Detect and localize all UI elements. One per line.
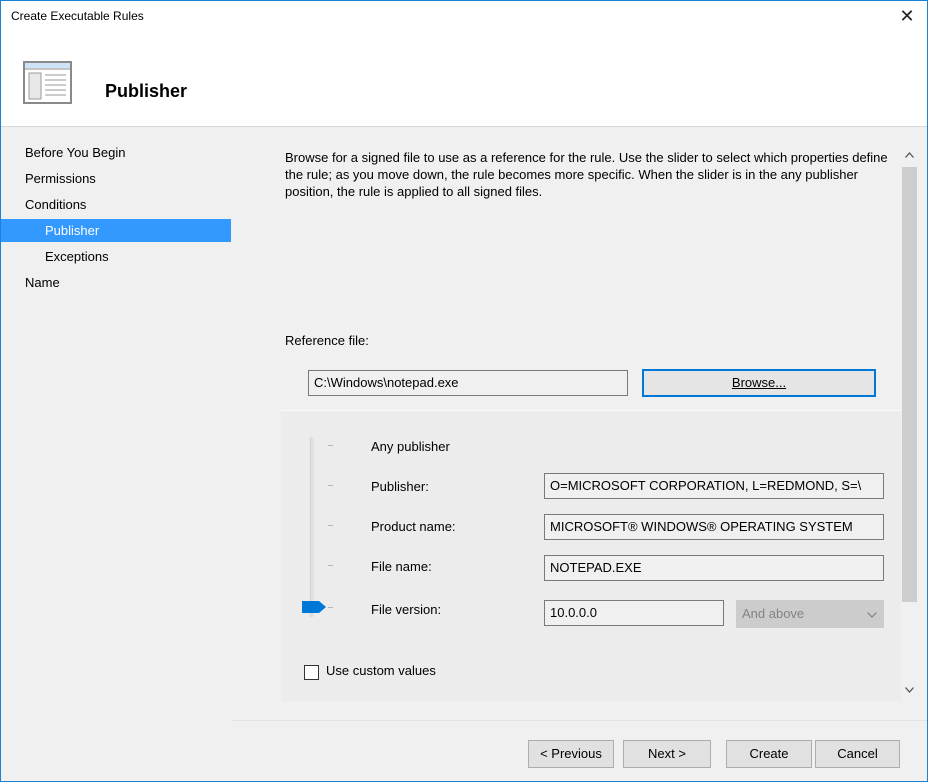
page-header: Publisher — [1, 31, 927, 127]
publisher-field[interactable]: O=MICROSOFT CORPORATION, L=REDMOND, S=\ — [544, 473, 884, 499]
specificity-slider-track[interactable] — [310, 437, 314, 617]
product-name-field[interactable]: MICROSOFT® WINDOWS® OPERATING SYSTEM — [544, 514, 884, 540]
nav-item-conditions[interactable]: Conditions — [1, 193, 231, 216]
slider-tick — [328, 565, 333, 566]
nav-item-permissions[interactable]: Permissions — [1, 167, 231, 190]
wizard-steps-nav: Before You Begin Permissions Conditions … — [1, 127, 231, 781]
nav-item-label: Conditions — [25, 197, 87, 212]
slider-tick — [328, 485, 333, 486]
vertical-scrollbar[interactable] — [901, 147, 918, 699]
nav-item-name[interactable]: Name — [1, 271, 231, 294]
description-text: Browse for a signed file to use as a ref… — [285, 150, 888, 199]
scroll-down-icon[interactable] — [901, 682, 918, 699]
chevron-down-icon — [867, 601, 877, 627]
cancel-button[interactable]: Cancel — [815, 740, 900, 768]
nav-item-label: Publisher — [45, 223, 100, 238]
nav-item-publisher[interactable]: Publisher — [1, 219, 231, 242]
slider-tick — [328, 525, 333, 526]
version-mode-select[interactable]: And above — [736, 600, 884, 628]
wizard-page-icon — [23, 61, 72, 104]
close-icon[interactable]: ✕ — [887, 1, 927, 31]
file-name-label: File name: — [371, 559, 432, 574]
title-bar: Create Executable Rules ✕ — [1, 1, 927, 31]
custom-values-label: Use custom values — [326, 663, 436, 678]
file-name-field[interactable]: NOTEPAD.EXE — [544, 555, 884, 581]
previous-button[interactable]: < Previous — [528, 740, 614, 768]
button-bar: < Previous Next > Create Cancel — [231, 721, 927, 781]
nav-item-label: Exceptions — [45, 249, 109, 264]
reference-file-input[interactable]: C:\Windows\notepad.exe — [308, 370, 628, 396]
window-title: Create Executable Rules — [11, 9, 144, 23]
slider-thumb[interactable] — [301, 600, 327, 614]
scroll-up-icon[interactable] — [901, 147, 918, 164]
scrollbar-thumb[interactable] — [902, 167, 917, 602]
nav-item-label: Name — [25, 275, 60, 290]
publisher-label: Publisher: — [371, 479, 429, 494]
nav-item-label: Permissions — [25, 171, 96, 186]
slider-tick — [328, 607, 333, 608]
slider-tick — [328, 445, 333, 446]
version-mode-value: And above — [742, 606, 805, 621]
reference-file-label: Reference file: — [285, 333, 369, 348]
file-version-field[interactable]: 10.0.0.0 — [544, 600, 724, 626]
create-button[interactable]: Create — [726, 740, 812, 768]
nav-item-exceptions[interactable]: Exceptions — [1, 245, 231, 268]
dialog-window: Create Executable Rules ✕ Publisher Befo… — [0, 0, 928, 782]
browse-button-label: Browse... — [731, 375, 787, 390]
custom-values-checkbox[interactable] — [304, 665, 319, 680]
any-publisher-label: Any publisher — [371, 439, 450, 454]
next-button[interactable]: Next > — [623, 740, 711, 768]
nav-item-label: Before You Begin — [25, 145, 126, 160]
browse-button[interactable]: Browse... — [642, 369, 876, 397]
product-name-label: Product name: — [371, 519, 456, 534]
main-content: Browse for a signed file to use as a ref… — [231, 127, 927, 720]
nav-item-before-you-begin[interactable]: Before You Begin — [1, 141, 231, 164]
page-title: Publisher — [105, 81, 188, 101]
file-version-label: File version: — [371, 602, 442, 617]
